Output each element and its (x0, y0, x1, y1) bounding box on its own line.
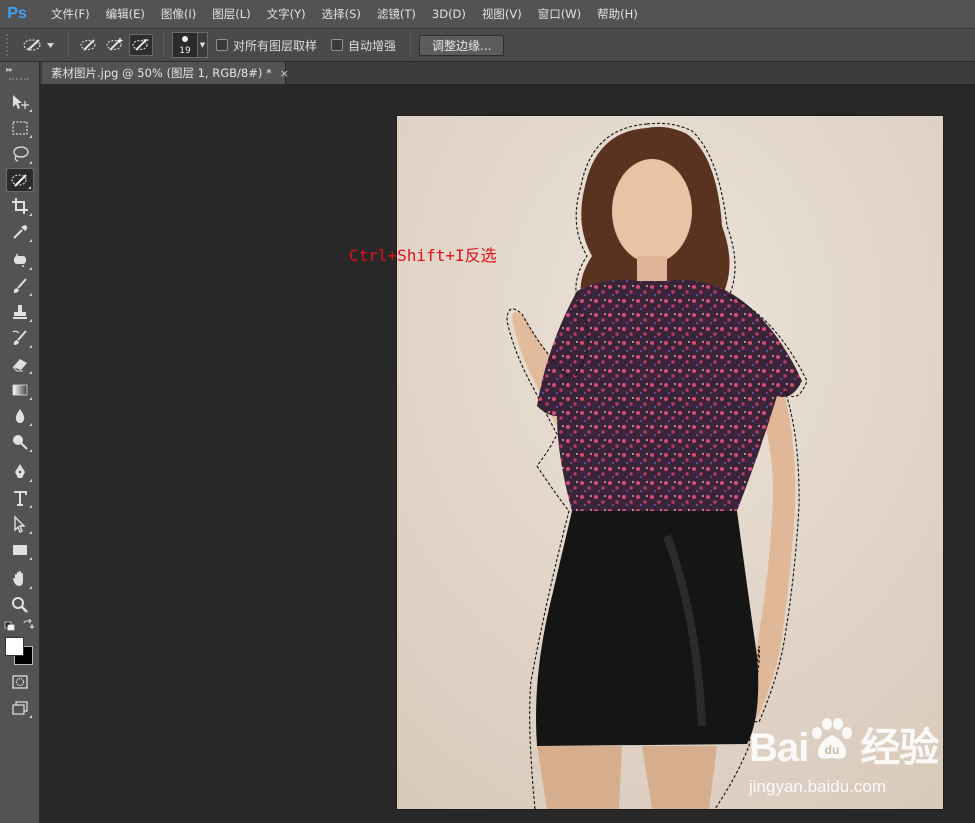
rectangular-marquee-tool-icon[interactable] (6, 116, 34, 140)
watermark-brand-left: Bai (749, 726, 809, 770)
swap-colors-icon[interactable] (22, 618, 35, 631)
menu-3d[interactable]: 3D(D) (424, 0, 474, 28)
auto-enhance-label: 自动增强 (348, 38, 397, 53)
menu-filter[interactable]: 滤镜(T) (369, 0, 424, 28)
quick-selection-tool-icon[interactable] (6, 168, 34, 192)
screen-mode-icon[interactable] (6, 696, 34, 720)
dodge-tool-icon[interactable] (6, 430, 34, 454)
document-tab-title: 素材图片.jpg @ 50% (图层 1, RGB/8#) * (51, 66, 272, 80)
model-photo (397, 116, 943, 809)
foreground-color-swatch[interactable] (5, 637, 24, 656)
spot-healing-brush-tool-icon[interactable] (6, 248, 34, 272)
document-tab-strip: 素材图片.jpg @ 50% (图层 1, RGB/8#) * × (0, 62, 975, 84)
move-tool-icon[interactable] (6, 90, 34, 114)
tool-preset-picker[interactable] (22, 34, 60, 56)
tools-panel-grip[interactable] (9, 78, 29, 81)
zoom-tool-icon[interactable] (6, 593, 34, 617)
quick-selection-icon (22, 36, 44, 54)
photoshop-logo: Ps (7, 5, 27, 22)
auto-enhance-checkbox[interactable]: 自动增强 (331, 37, 396, 54)
default-colors-icon[interactable] (4, 620, 16, 631)
eraser-tool-icon[interactable] (6, 352, 34, 376)
clone-stamp-tool-icon[interactable] (6, 300, 34, 324)
menu-window[interactable]: 窗口(W) (530, 0, 589, 28)
lasso-tool-icon[interactable] (6, 142, 34, 166)
rectangle-tool-icon[interactable] (6, 538, 34, 562)
brush-size-value: 19 (179, 46, 191, 56)
quick-mask-icon[interactable] (6, 670, 34, 694)
sample-all-layers-label: 对所有图层取样 (233, 38, 318, 53)
pen-tool-icon[interactable] (6, 460, 34, 484)
checkbox-box[interactable] (216, 39, 228, 51)
baidu-paw-logo-icon: du (812, 718, 852, 759)
checkbox-box[interactable] (331, 39, 344, 51)
options-bar-grip[interactable] (6, 34, 14, 56)
refine-edge-button[interactable]: 调整边缘... (419, 34, 505, 56)
menu-help[interactable]: 帮助(H) (589, 0, 646, 28)
add-to-selection-button[interactable] (103, 34, 127, 56)
chevron-down-icon (47, 42, 54, 48)
svg-text:du: du (825, 743, 840, 757)
canvas-workspace[interactable]: Ctrl+Shift+I反选 (41, 84, 975, 823)
hand-tool-icon[interactable] (6, 567, 34, 591)
chevron-down-icon: ▼ (199, 41, 206, 49)
tools-panel: ▸▸ (0, 62, 40, 823)
watermark-brand-right: 经验 (860, 726, 939, 770)
sample-all-layers-checkbox[interactable]: 对所有图层取样 (216, 37, 317, 54)
type-tool-icon[interactable] (6, 486, 34, 510)
menu-file[interactable]: 文件(F) (43, 0, 98, 28)
brush-tool-icon[interactable] (6, 274, 34, 298)
watermark-url: jingyan.baidu.com (749, 777, 887, 796)
menu-view[interactable]: 视图(V) (474, 0, 530, 28)
menu-image[interactable]: 图像(I) (153, 0, 204, 28)
menu-bar: Ps 文件(F) 编辑(E) 图像(I) 图层(L) 文字(Y) 选择(S) 滤… (0, 0, 975, 28)
new-selection-mode-button[interactable] (77, 34, 101, 56)
eyedropper-tool-icon[interactable] (6, 220, 34, 244)
baidu-jingyan-watermark: Bai 经验 du jingyan.baidu.com (749, 715, 939, 803)
divider (410, 33, 412, 57)
path-selection-tool-icon[interactable] (6, 512, 34, 536)
brush-size-picker[interactable]: 19 (172, 32, 198, 58)
document-image[interactable] (397, 116, 943, 809)
gradient-tool-icon[interactable] (6, 378, 34, 402)
menu-edit[interactable]: 编辑(E) (98, 0, 153, 28)
menu-select[interactable]: 选择(S) (314, 0, 369, 28)
menu-type[interactable]: 文字(Y) (259, 0, 314, 28)
instruction-annotation: Ctrl+Shift+I反选 (349, 246, 497, 265)
options-bar: 19 ▼ 对所有图层取样 自动增强 调整边缘... (0, 28, 975, 62)
divider (68, 33, 69, 57)
subtract-from-selection-button[interactable] (129, 34, 153, 56)
close-icon[interactable]: × (280, 67, 289, 80)
blur-tool-icon[interactable] (6, 404, 34, 428)
collapse-panel-icon[interactable]: ▸▸ (6, 65, 13, 74)
divider (163, 33, 164, 57)
crop-tool-icon[interactable] (6, 194, 34, 218)
brush-tip-icon (182, 36, 188, 42)
menu-items: 文件(F) 编辑(E) 图像(I) 图层(L) 文字(Y) 选择(S) 滤镜(T… (43, 0, 646, 28)
history-brush-tool-icon[interactable] (6, 326, 34, 350)
brush-picker-dropdown[interactable]: ▼ (198, 32, 208, 58)
menu-layer[interactable]: 图层(L) (204, 0, 258, 28)
document-tab[interactable]: 素材图片.jpg @ 50% (图层 1, RGB/8#) * × (42, 62, 289, 84)
